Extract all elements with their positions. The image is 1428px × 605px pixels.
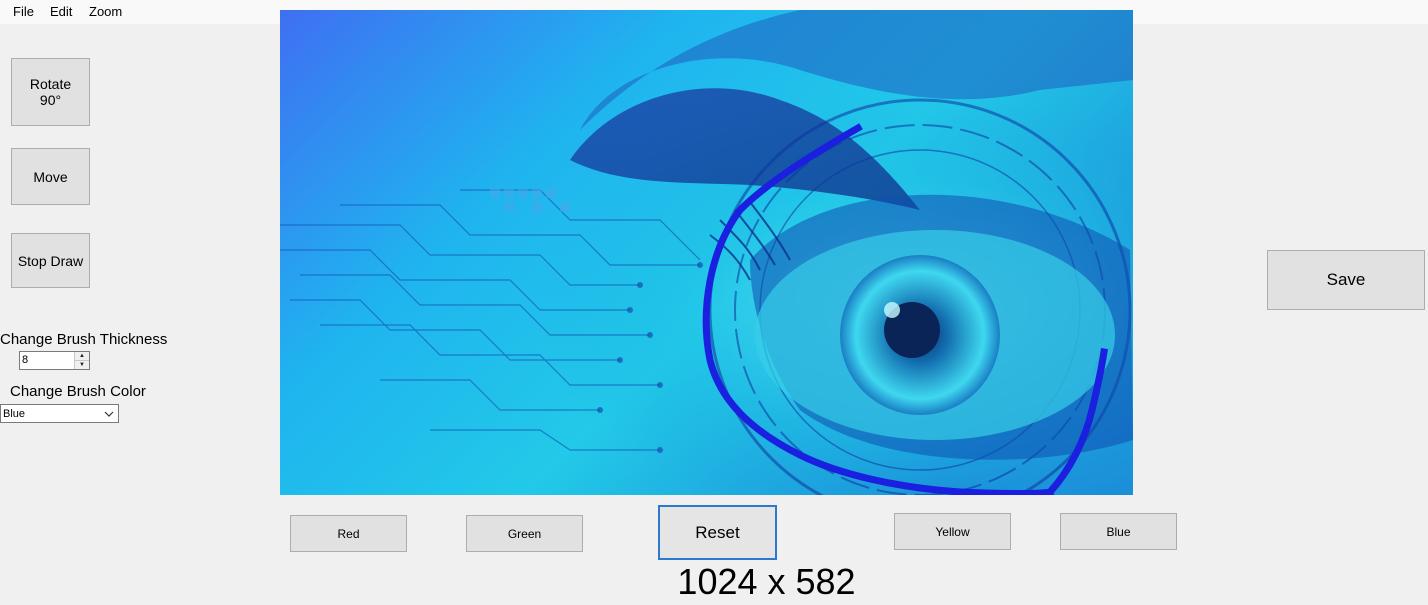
- brush-thickness-label: Change Brush Thickness: [0, 331, 168, 348]
- move-button[interactable]: Move: [11, 148, 90, 205]
- reset-label: Reset: [695, 522, 740, 542]
- brush-thickness-stepper[interactable]: 8 ▲ ▼: [19, 351, 90, 370]
- menu-file[interactable]: File: [11, 4, 36, 20]
- yellow-label: Yellow: [935, 524, 970, 539]
- stop-draw-label: Stop Draw: [17, 252, 84, 269]
- reset-button[interactable]: Reset: [658, 505, 777, 560]
- menu-zoom[interactable]: Zoom: [87, 4, 124, 20]
- drawing-canvas[interactable]: [280, 10, 1133, 495]
- red-label: Red: [337, 526, 360, 541]
- stop-draw-button[interactable]: Stop Draw: [11, 233, 90, 288]
- menu-edit[interactable]: Edit: [48, 4, 74, 20]
- eye-circuit-image: [280, 10, 1133, 495]
- brush-color-label: Change Brush Color: [10, 383, 146, 400]
- blue-label: Blue: [1106, 524, 1131, 539]
- green-button[interactable]: Green: [466, 515, 583, 552]
- green-label: Green: [507, 526, 542, 541]
- image-dimensions-label: 1024 x 582: [677, 561, 856, 602]
- brush-color-select[interactable]: Blue: [0, 404, 119, 423]
- rotate-90-button[interactable]: Rotate 90°: [11, 58, 90, 126]
- blue-button[interactable]: Blue: [1060, 513, 1177, 550]
- save-label: Save: [1326, 270, 1366, 289]
- brush-thickness-value: 8: [22, 354, 29, 366]
- brush-color-value: Blue: [3, 408, 26, 420]
- rotate-90-label: Rotate 90°: [29, 76, 72, 108]
- move-label: Move: [33, 168, 68, 185]
- red-button[interactable]: Red: [290, 515, 407, 552]
- stepper-buttons: ▲ ▼: [74, 352, 89, 369]
- yellow-button[interactable]: Yellow: [894, 513, 1011, 550]
- stepper-down-icon[interactable]: ▼: [75, 361, 89, 369]
- save-button[interactable]: Save: [1267, 250, 1425, 310]
- stepper-up-icon[interactable]: ▲: [75, 352, 89, 361]
- chevron-down-icon: [102, 405, 116, 422]
